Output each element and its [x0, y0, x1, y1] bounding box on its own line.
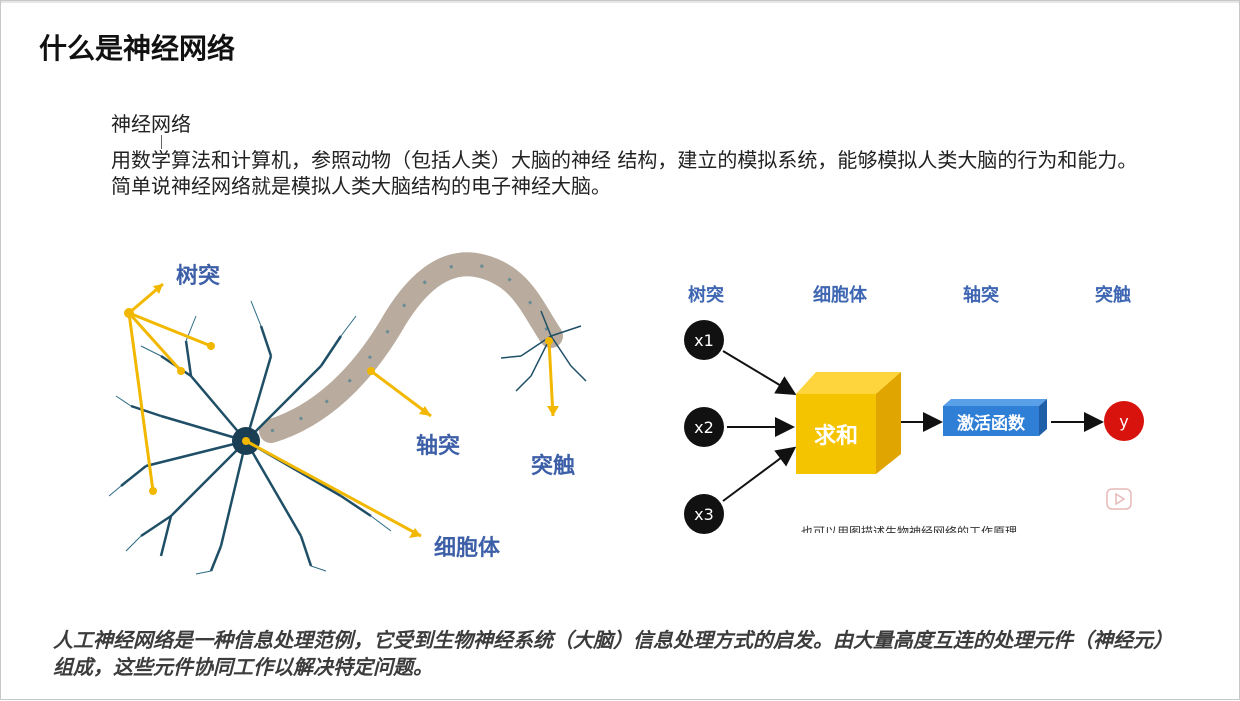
activation-top: [943, 399, 1047, 406]
slide: 什么是神经网络 神经网络 用数学算法和计算机，参照动物（包括人类）大脑的神经 结…: [0, 0, 1240, 700]
model-caption: 也可以用图描述生物神经网络的工作原理: [801, 525, 1018, 533]
model-arrows: [722, 350, 1104, 502]
output-node-y: y: [1104, 401, 1144, 441]
input-node-x1: x1: [684, 320, 724, 360]
arrow-x1: [722, 350, 797, 396]
input-node-x3: x3: [684, 494, 724, 534]
footer-summary: 人工神经网络是一种信息处理范例，它受到生物神经系统（大脑）信息处理方式的启发。由…: [53, 628, 1173, 679]
input-node-x2: x2: [684, 407, 724, 447]
play-icon[interactable]: [1105, 485, 1133, 513]
sum-node: 求和: [796, 394, 876, 474]
activation-function-box: 激活函数: [943, 406, 1039, 436]
arrow-x3: [722, 446, 797, 502]
